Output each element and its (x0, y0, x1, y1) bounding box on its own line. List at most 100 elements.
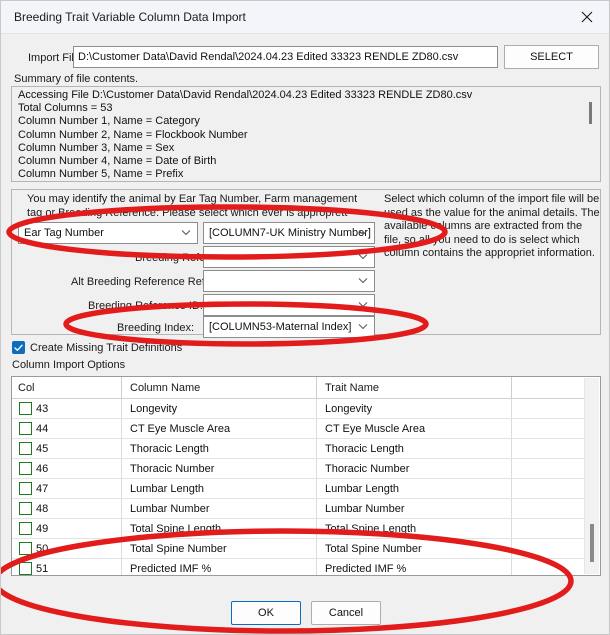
cancel-button-label: Cancel (328, 607, 364, 619)
table-cell-column-name: Lumbar Number (122, 499, 317, 518)
table-cell-extra (512, 419, 586, 438)
chevron-down-icon (181, 229, 191, 236)
row-checkbox[interactable] (19, 442, 32, 455)
table-cell-column-name: Longevity (122, 399, 317, 418)
row-checkbox[interactable] (19, 462, 32, 475)
summary-line: Column Number 1, Name = Category (18, 115, 200, 128)
breeding-index-label: Breeding Index: (117, 322, 195, 334)
alt-breeding-reference-ref-select[interactable] (203, 270, 375, 292)
breeding-reference-id-label: Breeding Reference ID: (88, 300, 203, 312)
table-row[interactable]: 48 Lumbar Number Lumbar Number (12, 499, 586, 519)
table-cell-col: 45 (12, 439, 122, 458)
checkmark-icon (12, 341, 25, 354)
table-cell-extra (512, 439, 586, 458)
breeding-index-select[interactable]: [COLUMN53-Maternal Index] (203, 316, 375, 338)
summary-scrollbar-thumb[interactable] (589, 102, 592, 124)
select-file-button[interactable]: SELECT (504, 45, 599, 69)
window-title: Breeding Trait Variable Column Data Impo… (14, 10, 246, 24)
breeding-index-value: [COLUMN53-Maternal Index] (209, 321, 352, 333)
cancel-button[interactable]: Cancel (311, 601, 381, 625)
row-checkbox[interactable] (19, 562, 32, 575)
table-cell-column-name: Total Spine Number (122, 539, 317, 558)
identification-type-select[interactable]: Ear Tag Number (18, 222, 198, 244)
column-selection-help-text: Select which column of the import file w… (384, 193, 600, 259)
table-cell-trait-name: Thoracic Number (317, 459, 512, 478)
table-cell-col-number: 50 (36, 542, 49, 555)
alt-breeding-reference-ref-label: Alt Breeding Reference Ref: (71, 276, 208, 288)
close-button[interactable] (565, 1, 609, 33)
summary-label: Summary of file contents. (14, 73, 139, 85)
table-header-col: Col (12, 377, 122, 398)
table-cell-col-number: 48 (36, 502, 49, 515)
table-scrollbar[interactable] (584, 378, 599, 574)
table-cell-col: 44 (12, 419, 122, 438)
table-row[interactable]: 43 Longevity Longevity (12, 399, 586, 419)
summary-line: Column Number 5, Name = Prefix (18, 168, 184, 181)
chevron-down-icon (358, 229, 368, 236)
summary-line: Total Columns = 53 (18, 102, 113, 115)
table-cell-col: 51 (12, 559, 122, 575)
table-cell-col-number: 47 (36, 482, 49, 495)
table-row[interactable]: 47 Lumbar Length Lumbar Length (12, 479, 586, 499)
create-missing-trait-definitions-label: Create Missing Trait Definitions (30, 341, 183, 354)
summary-line: Accessing File D:\Customer Data\David Re… (18, 89, 473, 101)
table-row[interactable]: 49 Total Spine Length Total Spine Length (12, 519, 586, 539)
table-header-extra (512, 377, 586, 398)
table-cell-col: 47 (12, 479, 122, 498)
table-row[interactable]: 44 CT Eye Muscle Area CT Eye Muscle Area (12, 419, 586, 439)
column-import-options-label: Column Import Options (12, 359, 126, 371)
chevron-down-icon (358, 323, 368, 330)
table-row[interactable]: 50 Total Spine Number Total Spine Number (12, 539, 586, 559)
close-icon (581, 11, 593, 23)
summary-line: Column Number 3, Name = Sex (18, 141, 175, 154)
identification-help-text: You may identify the animal by Ear Tag N… (27, 193, 358, 219)
row-checkbox[interactable] (19, 522, 32, 535)
ok-button[interactable]: OK (231, 601, 301, 625)
ok-button-label: OK (258, 607, 274, 619)
row-checkbox[interactable] (19, 482, 32, 495)
table-row[interactable]: 46 Thoracic Number Thoracic Number (12, 459, 586, 479)
table-cell-trait-name: Thoracic Length (317, 439, 512, 458)
create-missing-trait-definitions-checkbox[interactable]: Create Missing Trait Definitions (12, 341, 182, 354)
identification-column-select[interactable]: [COLUMN7-UK Ministry Number] (203, 222, 375, 244)
import-file-input[interactable]: D:\Customer Data\David Rendal\2024.04.23… (73, 46, 498, 68)
identification-column-value: [COLUMN7-UK Ministry Number] (209, 227, 371, 239)
row-checkbox[interactable] (19, 402, 32, 415)
table-cell-extra (512, 399, 586, 418)
breeding-reference-ref-select[interactable] (203, 246, 375, 268)
table-cell-col-number: 45 (36, 442, 49, 455)
table-cell-trait-name: Lumbar Length (317, 479, 512, 498)
summary-scrollbar[interactable] (584, 88, 598, 180)
summary-textbox[interactable]: Accessing File D:\Customer Data\David Re… (11, 86, 601, 182)
summary-lines: Accessing File D:\Customer Data\David Re… (18, 89, 578, 181)
table-cell-extra (512, 519, 586, 538)
table-cell-extra (512, 559, 586, 575)
select-button-label: SELECT (530, 51, 573, 63)
table-cell-extra (512, 479, 586, 498)
row-checkbox[interactable] (19, 542, 32, 555)
table-body: Col Column Name Trait Name 43 Longevity Longe… (12, 377, 586, 575)
table-row[interactable]: 51 Predicted IMF % Predicted IMF % (12, 559, 586, 575)
row-checkbox[interactable] (19, 502, 32, 515)
breeding-reference-id-select[interactable] (203, 294, 375, 316)
table-scrollbar-thumb[interactable] (590, 524, 594, 562)
table-cell-trait-name: Lumbar Number (317, 499, 512, 518)
column-import-table[interactable]: Col Column Name Trait Name 43 Longevity Longe… (11, 376, 601, 576)
table-cell-col: 49 (12, 519, 122, 538)
table-cell-column-name: Total Spine Length (122, 519, 317, 538)
row-checkbox[interactable] (19, 422, 32, 435)
chevron-down-icon (358, 253, 368, 260)
table-cell-column-name: Thoracic Number (122, 459, 317, 478)
table-row[interactable]: 45 Thoracic Length Thoracic Length (12, 439, 586, 459)
chevron-down-icon (358, 301, 368, 308)
table-cell-column-name: Thoracic Length (122, 439, 317, 458)
table-cell-trait-name: CT Eye Muscle Area (317, 419, 512, 438)
table-cell-col-number: 46 (36, 462, 49, 475)
summary-line: Column Number 2, Name = Flockbook Number (18, 128, 248, 141)
table-cell-col: 43 (12, 399, 122, 418)
dialog-window: Breeding Trait Variable Column Data Impo… (0, 0, 610, 635)
table-cell-trait-name: Total Spine Length (317, 519, 512, 538)
table-cell-extra (512, 499, 586, 518)
table-header-row: Col Column Name Trait Name (12, 377, 586, 399)
table-cell-extra (512, 459, 586, 478)
